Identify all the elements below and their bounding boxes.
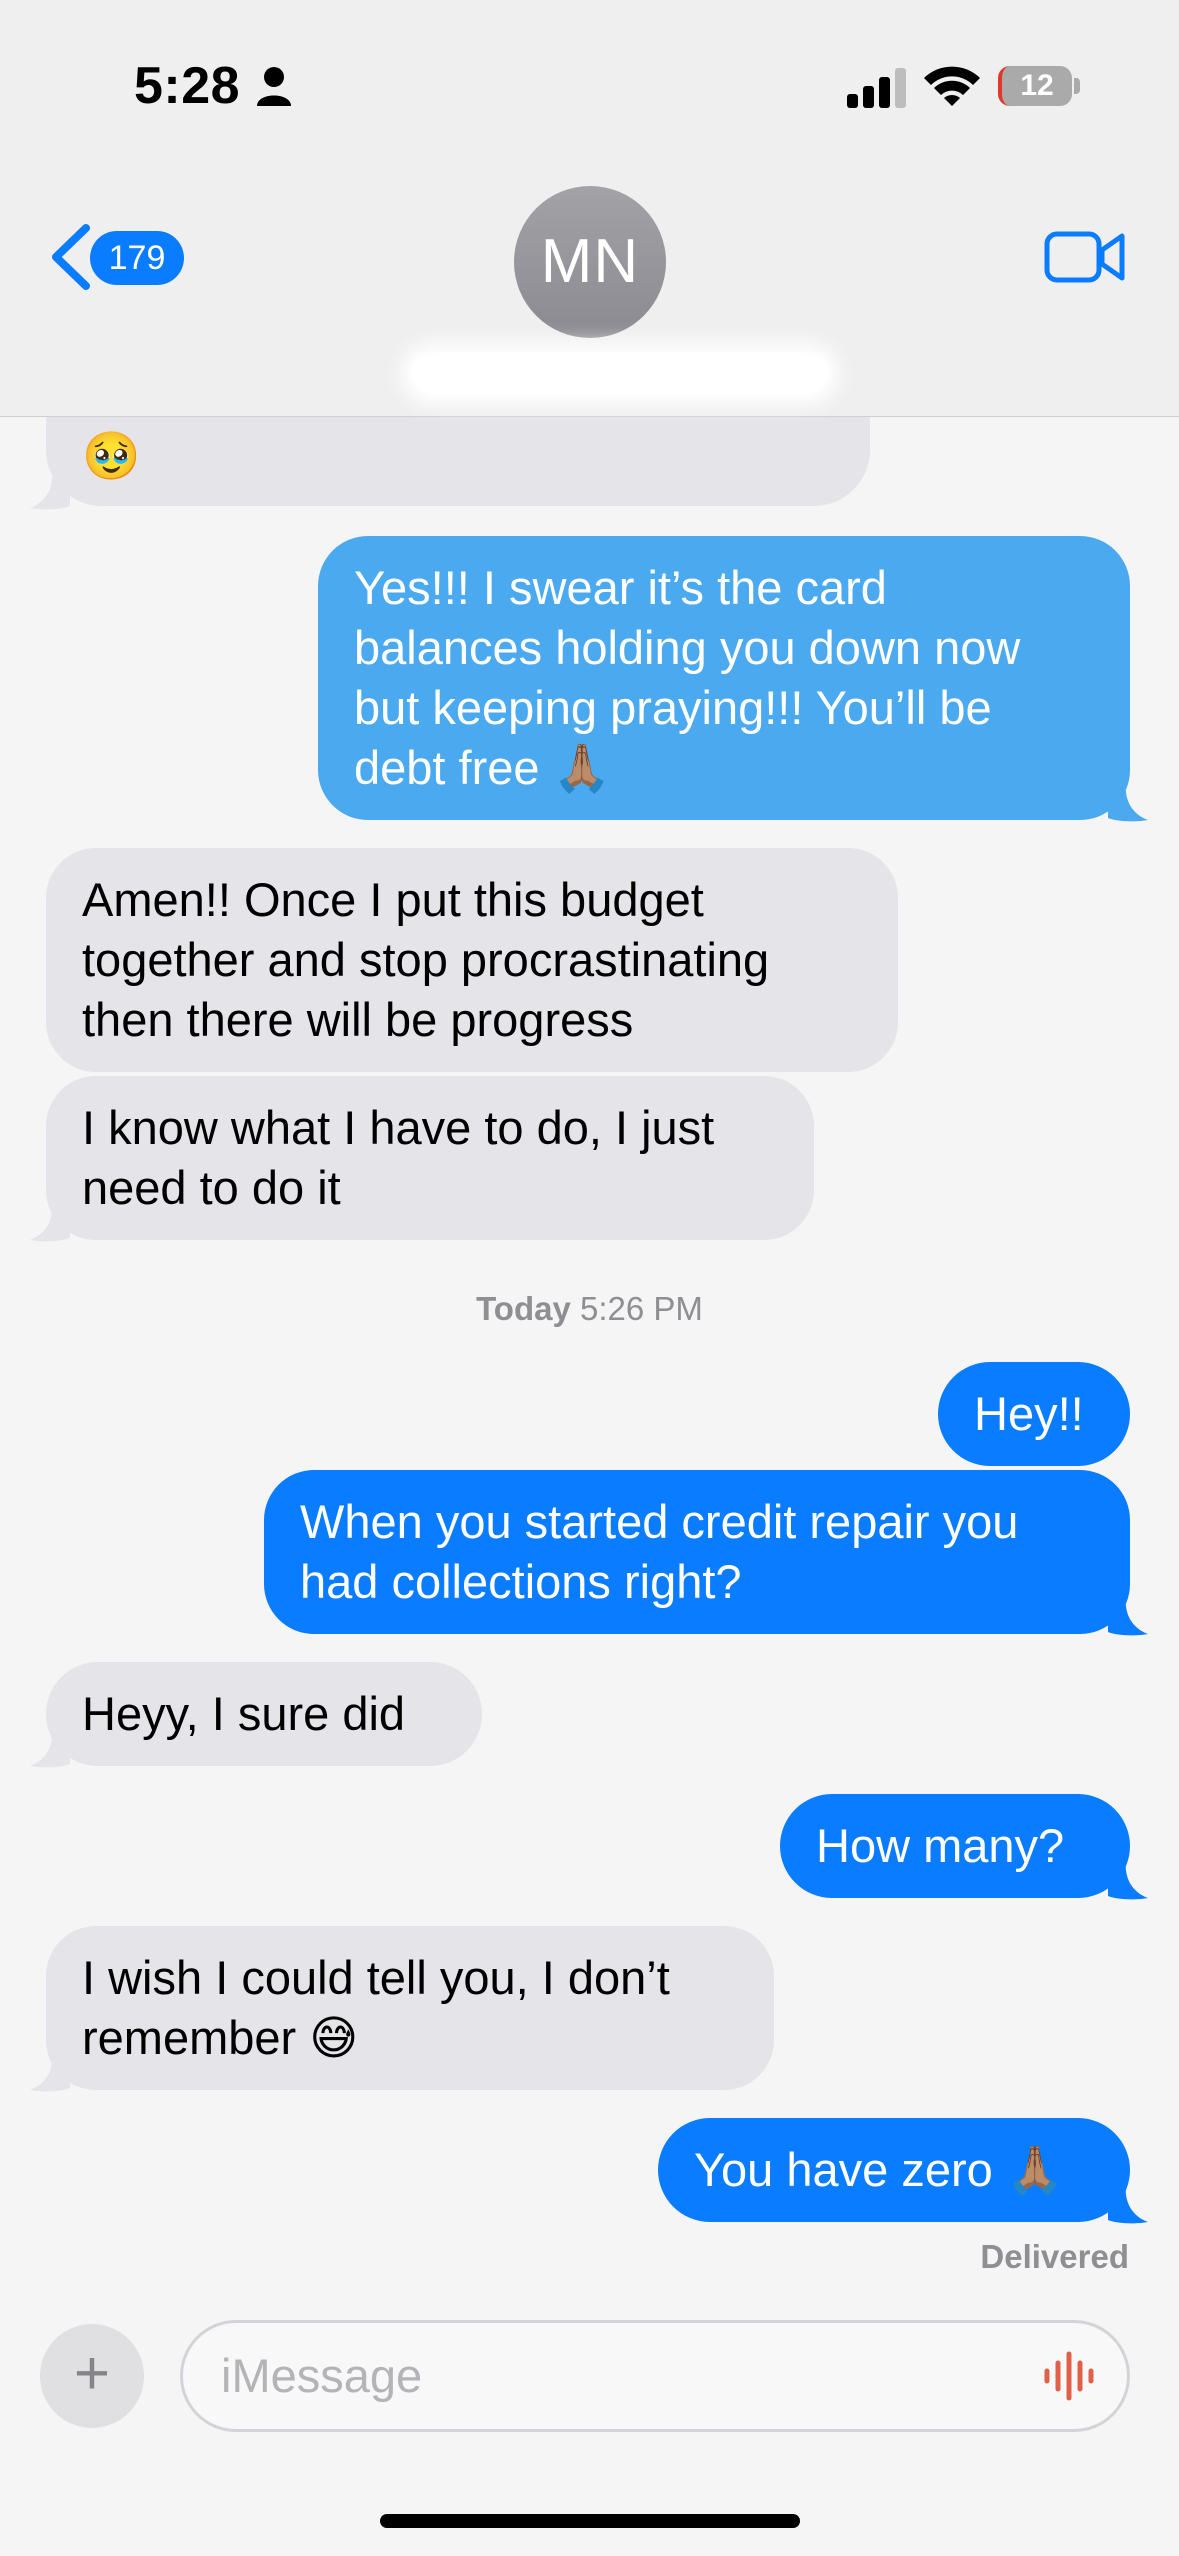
message-line: Hey!! [974,1387,1084,1440]
message-bubble-outgoing[interactable]: Yes!!! I swear it’s the card balances ho… [318,536,1130,820]
message-line: I wish I could tell you, I don’t [82,1951,670,2004]
battery-indicator: 12 [998,66,1072,106]
wifi-icon [924,66,980,106]
bubble-tail [1108,1860,1148,1900]
message-bubble-incoming[interactable]: I know what I have to do, I just need to… [46,1076,814,1240]
message-line: need to do it [82,1161,341,1214]
message-bubble-outgoing[interactable]: You have zero 🙏🏽 [658,2118,1130,2222]
imessage-placeholder: iMessage [221,2349,423,2402]
message-line: You have zero 🙏🏽 [694,2143,1065,2196]
bubble-tail [1108,782,1148,822]
message-line: I know what I have to do, I just [82,1101,715,1154]
message-line: but keeping praying!!! You’ll be [354,681,992,734]
bubble-tail [1108,2184,1148,2224]
person-icon [257,67,291,106]
status-time: 5:28 [134,57,241,115]
bubble-tail [30,1728,70,1768]
apps-plus-button[interactable]: + [40,2324,144,2428]
bubble-tail [30,1202,70,1242]
message-bubble-incoming[interactable]: I wish I could tell you, I don’t remembe… [46,1926,774,2090]
message-bubble-incoming[interactable]: Heyy, I sure did [46,1662,482,1766]
timestamp-day: Today [476,1290,571,1327]
conversation-timestamp: Today 5:26 PM [0,1290,1179,1328]
message-line: debt free 🙏🏽 [354,741,612,794]
message-line: then there will be progress [82,993,634,1046]
message-line: together and stop procrastinating [82,933,770,986]
imessage-input[interactable]: iMessage [180,2320,1130,2432]
contact-avatar[interactable]: MN [514,186,666,338]
message-bubble-incoming[interactable]: Amen!! Once I put this budget together a… [46,848,898,1072]
bubble-tail [1108,1596,1148,1636]
message-bubble-outgoing[interactable]: When you started credit repair you had c… [264,1470,1130,1634]
cellular-signal-icon [847,68,906,108]
battery-nub [1074,78,1080,94]
message-line: Yes!!! I swear it’s the card [354,561,887,614]
message-line: balances holding you down now [354,621,1021,674]
message-bubble-outgoing[interactable]: Hey!! [938,1362,1130,1466]
message-line: Amen!! Once I put this budget [82,873,704,926]
bubble-tail [30,470,70,510]
home-indicator[interactable] [380,2514,800,2528]
back-unread-badge[interactable]: 179 [90,231,184,285]
bubble-tail [30,2052,70,2092]
message-line: Heyy, I sure did [82,1687,406,1740]
delivered-status: Delivered [980,2238,1129,2275]
back-chevron-icon[interactable] [48,224,92,290]
audio-waveform-icon[interactable] [1041,2351,1097,2401]
timestamp-time: 5:26 PM [580,1290,703,1327]
message-line: had collections right? [300,1555,742,1608]
facetime-video-icon[interactable] [1044,228,1126,286]
message-bubble-outgoing[interactable]: How many? [780,1794,1130,1898]
message-line: 🥹 [82,429,141,482]
conversation-header: 5:28 12 179 MN Mike [0,0,1179,417]
message-line: How many? [816,1819,1065,1872]
contact-name[interactable]: Mike [410,352,830,396]
message-line: remember 😅 [82,2011,359,2064]
message-line: When you started credit repair you [300,1495,1019,1548]
